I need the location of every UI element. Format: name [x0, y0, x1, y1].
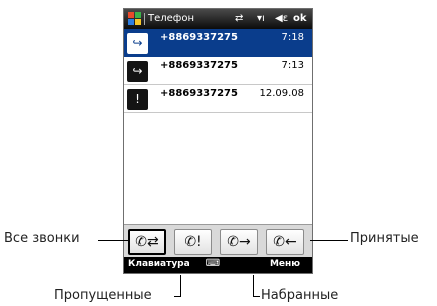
title-bar: Телефон ⇄ ▾ı ◀ɛ ok — [124, 9, 312, 29]
signal-icon[interactable]: ▾ı — [257, 13, 265, 24]
tab-all-calls[interactable]: ✆⇄ — [128, 229, 166, 255]
tab-missed[interactable]: ✆! — [174, 229, 212, 255]
volume-icon[interactable]: ◀ɛ — [275, 13, 288, 24]
call-number: +8869337275 — [160, 60, 238, 71]
call-filter-tabs: ✆⇄ ✆! ✆→ ✆← — [124, 224, 312, 257]
call-row[interactable]: ↪ +8869337275 7:13 — [124, 57, 312, 85]
callout-missed: Пропущенные — [54, 288, 152, 303]
callout-line-dialed-h — [253, 296, 260, 297]
sync-icon[interactable]: ⇄ — [235, 13, 243, 24]
phone-screen: Телефон ⇄ ▾ı ◀ɛ ok ↪ +8869337275 7:18 ↪ … — [123, 8, 313, 274]
callout-all-calls: Все звонки — [4, 231, 80, 246]
app-title: Телефон — [148, 13, 195, 24]
call-time: 12.09.08 — [259, 88, 304, 99]
received-calls-icon: ✆← — [273, 234, 297, 250]
title-separator — [144, 13, 145, 25]
windows-logo-icon[interactable] — [128, 12, 141, 25]
dialed-calls-icon: ✆→ — [227, 234, 251, 250]
call-number: +8869337275 — [160, 32, 238, 43]
callout-line-missed-h — [174, 296, 181, 297]
ok-button[interactable]: ok — [293, 13, 307, 24]
missed-calls-icon: ✆! — [184, 234, 202, 250]
callout-dialed: Набранные — [261, 288, 339, 303]
softkey-bar: Клавиатура ⌨ Меню — [124, 257, 312, 273]
callout-line-all — [98, 240, 128, 241]
callout-line-received — [310, 240, 348, 241]
missed-call-icon: ! — [127, 89, 148, 110]
all-calls-icon: ✆⇄ — [135, 234, 159, 250]
tab-received[interactable]: ✆← — [266, 229, 304, 255]
outgoing-call-icon: ↪ — [127, 61, 148, 82]
callout-received: Принятые — [350, 231, 419, 246]
call-row[interactable]: ! +8869337275 12.09.08 — [124, 85, 312, 113]
callout-line-missed-v — [180, 275, 181, 297]
keyboard-icon[interactable]: ⌨ — [204, 258, 222, 270]
keyboard-softkey[interactable]: Клавиатура — [128, 259, 190, 269]
callout-line-dialed-v — [253, 275, 254, 297]
tab-dialed[interactable]: ✆→ — [220, 229, 258, 255]
menu-softkey[interactable]: Меню — [270, 259, 300, 269]
call-row[interactable]: ↪ +8869337275 7:18 — [124, 29, 312, 57]
call-time: 7:13 — [281, 60, 304, 71]
outgoing-call-icon: ↪ — [127, 33, 148, 54]
call-time: 7:18 — [281, 32, 304, 43]
call-number: +8869337275 — [160, 88, 238, 99]
